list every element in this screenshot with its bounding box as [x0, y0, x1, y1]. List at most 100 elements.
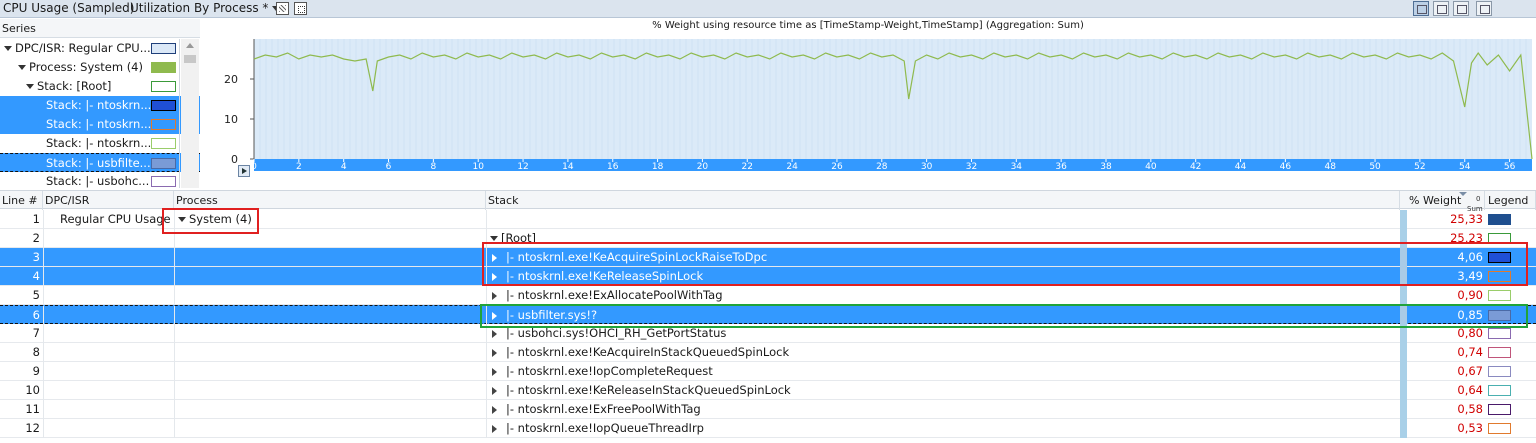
- col-stack[interactable]: Stack: [486, 191, 1400, 210]
- expand-right-icon[interactable]: [492, 386, 497, 395]
- expand-right-icon[interactable]: [492, 311, 497, 320]
- series-color-swatch[interactable]: [151, 176, 176, 187]
- series-color-swatch[interactable]: [151, 138, 176, 149]
- expand-right-icon[interactable]: [492, 348, 497, 357]
- col-process[interactable]: Process: [174, 191, 486, 210]
- legend-swatch[interactable]: [1488, 271, 1511, 282]
- table-row[interactable]: 9 |- ntoskrnl.exe!IopCompleteRequest 0,67: [0, 362, 1536, 381]
- cell-stack[interactable]: [Root]: [490, 229, 536, 248]
- legend-swatch[interactable]: [1488, 423, 1511, 434]
- cell-stack[interactable]: |- ntoskrnl.exe!KeAcquireSpinLockRaiseTo…: [492, 248, 767, 267]
- col-weight[interactable]: % Weight 0 Sum: [1407, 191, 1485, 213]
- table-row[interactable]: 12 |- ntoskrnl.exe!IopQueueThreadIrp 0,53: [0, 419, 1536, 438]
- table-row[interactable]: 3 |- ntoskrnl.exe!KeAcquireSpinLockRaiseT…: [0, 248, 1536, 267]
- preset-dropdown[interactable]: Utilization By Process *: [130, 1, 281, 15]
- col-line[interactable]: Line #: [0, 191, 43, 210]
- series-item[interactable]: Stack: |- ntoskrn...: [0, 134, 200, 153]
- series-color-swatch[interactable]: [151, 100, 176, 111]
- series-color-swatch[interactable]: [151, 81, 176, 92]
- column-divider: [43, 229, 44, 248]
- hatch-icon[interactable]: [276, 2, 289, 15]
- cell-stack[interactable]: |- ntoskrnl.exe!IopCompleteRequest: [492, 362, 713, 381]
- expand-down-icon[interactable]: [4, 46, 12, 51]
- cell-weight: 0,85: [1457, 308, 1483, 322]
- expand-down-icon[interactable]: [18, 65, 26, 70]
- legend-swatch[interactable]: [1488, 366, 1511, 377]
- expand-right-icon[interactable]: [492, 367, 497, 376]
- legend-swatch[interactable]: [1488, 290, 1511, 301]
- cell-line: 1: [32, 212, 40, 226]
- cell-weight: 0,74: [1457, 345, 1483, 359]
- sort-column-band: [1400, 286, 1407, 305]
- legend-swatch[interactable]: [1488, 347, 1511, 358]
- line-chart[interactable]: 010200 2 4 6 8 10 12 14 16 18 20 22 24 26 28 30 32 34 36 38…: [200, 19, 1536, 187]
- series-item[interactable]: Stack: [Root]: [0, 77, 200, 96]
- cell-line: 4: [32, 269, 40, 283]
- series-color-swatch[interactable]: [151, 158, 176, 169]
- table-row[interactable]: 10 |- ntoskrnl.exe!KeReleaseInStackQueued…: [0, 381, 1536, 400]
- cell-stack[interactable]: |- ntoskrnl.exe!IopQueueThreadIrp: [492, 419, 704, 438]
- scroll-thumb[interactable]: [184, 55, 196, 63]
- series-scrollbar[interactable]: [181, 39, 199, 188]
- table-row[interactable]: 8 |- ntoskrnl.exe!KeAcquireInStackQueuedS…: [0, 343, 1536, 362]
- cell-stack-label: |- usbfilter.sys!?: [506, 308, 598, 322]
- cell-stack[interactable]: |- ntoskrnl.exe!ExAllocatePoolWithTag: [492, 286, 723, 305]
- series-item[interactable]: Stack: |- ntoskrn...: [0, 96, 200, 115]
- table-row[interactable]: 6 |- usbfilter.sys!? 0,85: [0, 305, 1536, 325]
- column-divider: [174, 324, 175, 343]
- expand-down-icon[interactable]: [178, 217, 186, 222]
- table-row[interactable]: 2 [Root] 25,23: [0, 229, 1536, 248]
- legend-swatch[interactable]: [1488, 310, 1511, 321]
- series-item[interactable]: Stack: |- usbohc...: [0, 172, 200, 188]
- series-color-swatch[interactable]: [151, 119, 176, 130]
- expand-right-icon[interactable]: [492, 329, 497, 338]
- expand-right-icon[interactable]: [492, 272, 497, 281]
- cell-stack[interactable]: |- ntoskrnl.exe!KeReleaseSpinLock: [492, 267, 703, 286]
- series-color-swatch[interactable]: [151, 62, 176, 73]
- legend-swatch[interactable]: [1488, 404, 1511, 415]
- expand-right-icon[interactable]: [492, 405, 497, 414]
- table-row[interactable]: 11 |- ntoskrnl.exe!ExFreePoolWithTag 0,58: [0, 400, 1536, 419]
- series-color-swatch[interactable]: [151, 43, 176, 54]
- scroll-right-icon[interactable]: [238, 165, 250, 177]
- col-dpc[interactable]: DPC/ISR: [43, 191, 174, 210]
- expand-right-icon[interactable]: [492, 291, 497, 300]
- cell-stack-label: |- ntoskrnl.exe!IopCompleteRequest: [506, 364, 713, 378]
- table-row[interactable]: 4 |- ntoskrnl.exe!KeReleaseSpinLock 3,49: [0, 267, 1536, 286]
- graph-only-icon[interactable]: [1433, 1, 1449, 16]
- legend-swatch[interactable]: [1488, 328, 1511, 339]
- x-tick-label: 48: [1324, 162, 1336, 172]
- cell-stack[interactable]: |- ntoskrnl.exe!ExFreePoolWithTag: [492, 400, 701, 419]
- cell-stack[interactable]: |- ntoskrnl.exe!KeReleaseInStackQueuedSp…: [492, 381, 791, 400]
- series-item[interactable]: Stack: |- usbfilte...: [0, 153, 200, 172]
- table-row[interactable]: 1 Regular CPU Usage System (4) 25,33: [0, 210, 1536, 229]
- table-row[interactable]: 7 |- usbohci.sys!OHCI_RH_GetPortStatus 0,8…: [0, 324, 1536, 343]
- legend-swatch[interactable]: [1488, 214, 1511, 225]
- expand-right-icon[interactable]: [492, 253, 497, 262]
- table-only-icon[interactable]: [1453, 1, 1469, 16]
- series-item[interactable]: Stack: |- ntoskrn...: [0, 115, 200, 134]
- legend-swatch[interactable]: [1488, 385, 1511, 396]
- expand-right-icon[interactable]: [492, 424, 497, 433]
- chart-settings-icon[interactable]: [1476, 1, 1492, 16]
- col-weight-label: % Weight: [1409, 194, 1462, 207]
- column-divider: [486, 286, 487, 305]
- column-divider: [43, 286, 44, 305]
- series-item[interactable]: Process: System (4): [0, 58, 200, 77]
- cell-stack[interactable]: |- ntoskrnl.exe!KeAcquireInStackQueuedSp…: [492, 343, 789, 362]
- expand-down-icon[interactable]: [26, 84, 34, 89]
- selection-icon[interactable]: [294, 2, 307, 15]
- col-legend[interactable]: Legend: [1486, 191, 1536, 210]
- scroll-up-icon[interactable]: [186, 43, 194, 48]
- cell-stack[interactable]: |- usbohci.sys!OHCI_RH_GetPortStatus: [492, 324, 726, 343]
- table-row[interactable]: 5 |- ntoskrnl.exe!ExAllocatePoolWithTag 0,…: [0, 286, 1536, 305]
- expand-down-icon[interactable]: [490, 236, 498, 241]
- legend-swatch[interactable]: [1488, 252, 1511, 263]
- x-tick-label: 26: [831, 162, 843, 172]
- cell-stack[interactable]: |- usbfilter.sys!?: [492, 306, 597, 325]
- series-item[interactable]: DPC/ISR: Regular CPU...: [0, 39, 200, 58]
- cell-process[interactable]: System (4): [178, 210, 252, 229]
- column-divider: [174, 210, 175, 229]
- graph-table-icon[interactable]: [1413, 1, 1429, 16]
- legend-swatch[interactable]: [1488, 233, 1511, 244]
